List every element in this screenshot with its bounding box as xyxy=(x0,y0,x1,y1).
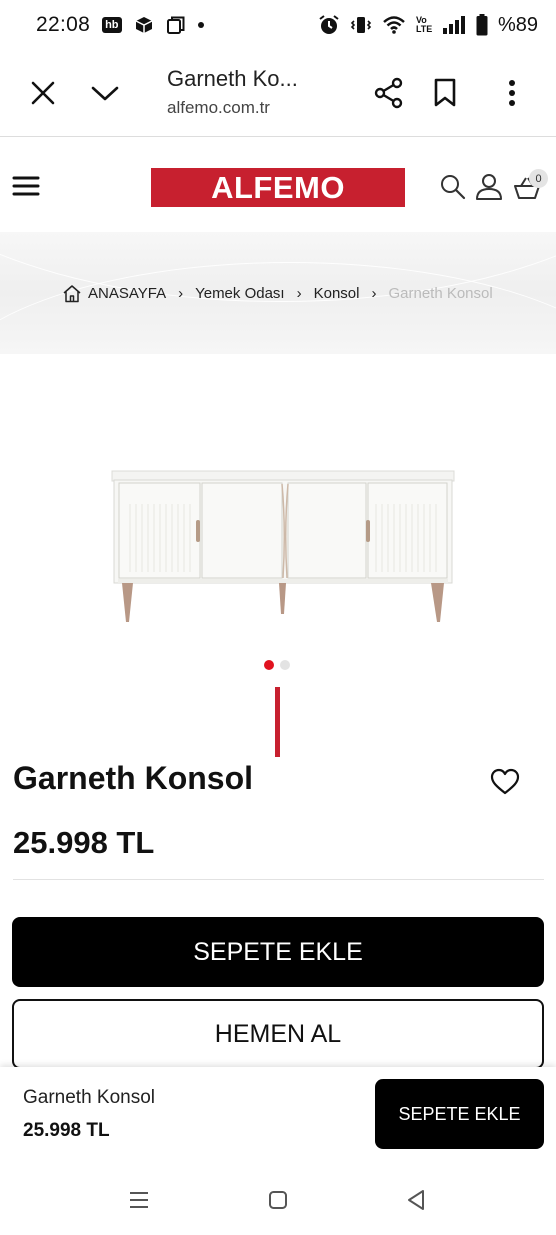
page-title: Garneth Ko... xyxy=(167,66,298,91)
favorite-button[interactable] xyxy=(490,768,522,800)
gallery-dot-active[interactable] xyxy=(264,660,274,670)
recents-icon xyxy=(130,1192,148,1208)
notification-dot xyxy=(197,22,204,28)
user-icon xyxy=(476,174,502,200)
cart-button[interactable]: 0 xyxy=(512,169,548,201)
sticky-add-to-cart-button[interactable]: SEPETE EKLE xyxy=(375,1079,544,1149)
breadcrumb: ANASAYFA › Yemek Odası › Konsol › Garnet… xyxy=(62,284,493,303)
more-vertical-icon xyxy=(509,80,515,106)
site-logo[interactable]: ALFEMO xyxy=(151,168,405,207)
url-display[interactable]: Garneth Ko... alfemo.com.tr xyxy=(167,66,298,118)
bookmark-icon xyxy=(434,78,456,107)
chevron-down-icon xyxy=(91,86,119,101)
breadcrumb-current: Garneth Konsol xyxy=(388,285,493,302)
menu-button[interactable] xyxy=(10,173,42,199)
package-icon xyxy=(135,17,152,33)
home-square-icon xyxy=(269,1191,287,1209)
buy-now-button[interactable]: HEMEN AL xyxy=(12,999,544,1069)
recent-apps-button[interactable] xyxy=(119,1180,159,1220)
bookmark-button[interactable] xyxy=(423,71,467,115)
heart-icon xyxy=(490,768,520,795)
minimize-button[interactable] xyxy=(83,71,127,115)
cart-count-badge: 0 xyxy=(529,169,548,188)
close-tab-button[interactable] xyxy=(21,71,65,115)
home-button[interactable] xyxy=(258,1180,298,1220)
search-button[interactable] xyxy=(439,173,467,201)
breadcrumb-banner: ANASAYFA › Yemek Odası › Konsol › Garnet… xyxy=(0,232,556,354)
add-to-cart-button[interactable]: SEPETE EKLE xyxy=(12,917,544,987)
divider xyxy=(13,879,544,880)
product-price: 25.998 TL xyxy=(13,825,155,860)
hamburger-menu-icon xyxy=(12,176,40,196)
account-button[interactable] xyxy=(475,172,503,200)
gallery-dot[interactable] xyxy=(280,660,290,670)
logo-text: ALFEMO xyxy=(211,169,345,205)
status-bar: 22:08 hb Vo LTE %89 xyxy=(0,0,556,50)
wifi-icon xyxy=(383,16,405,34)
more-options-button[interactable] xyxy=(490,71,534,115)
network-label: Vo LTE xyxy=(415,15,433,34)
breadcrumb-category[interactable]: Yemek Odası xyxy=(195,285,285,302)
chevron-right-icon: › xyxy=(178,285,184,302)
sticky-product-name: Garneth Konsol xyxy=(23,1087,156,1108)
share-icon xyxy=(374,77,403,109)
battery-icon xyxy=(476,14,488,36)
sticky-purchase-bar: Garneth Konsol 25.998 TL SEPETE EKLE xyxy=(0,1067,556,1162)
scroll-indicator xyxy=(275,687,280,757)
browser-toolbar: Garneth Ko... alfemo.com.tr xyxy=(0,50,556,137)
product-title: Garneth Konsol xyxy=(13,760,254,796)
chevron-right-icon: › xyxy=(296,285,302,302)
share-button[interactable] xyxy=(367,71,411,115)
alarm-icon xyxy=(319,15,339,34)
home-icon xyxy=(63,285,81,303)
breadcrumb-subcategory[interactable]: Konsol xyxy=(314,285,360,302)
search-icon xyxy=(441,175,466,200)
status-time: 22:08 xyxy=(36,13,91,36)
sticky-product-price: 25.998 TL xyxy=(23,1120,110,1141)
back-button[interactable] xyxy=(396,1180,436,1220)
system-navigation-bar xyxy=(0,1162,556,1235)
gallery-pagination xyxy=(264,660,290,670)
signal-icon xyxy=(442,16,465,34)
breadcrumb-home[interactable]: ANASAYFA xyxy=(88,285,166,302)
close-icon xyxy=(31,81,55,105)
site-header: ALFEMO 0 xyxy=(0,137,556,232)
back-triangle-icon xyxy=(408,1190,424,1210)
page-domain: alfemo.com.tr xyxy=(167,98,270,117)
battery-percent: %89 xyxy=(497,13,538,36)
app-badge: hb xyxy=(102,17,122,33)
copy-icon xyxy=(166,16,185,34)
vibrate-icon xyxy=(350,17,372,33)
chevron-right-icon: › xyxy=(371,285,377,302)
